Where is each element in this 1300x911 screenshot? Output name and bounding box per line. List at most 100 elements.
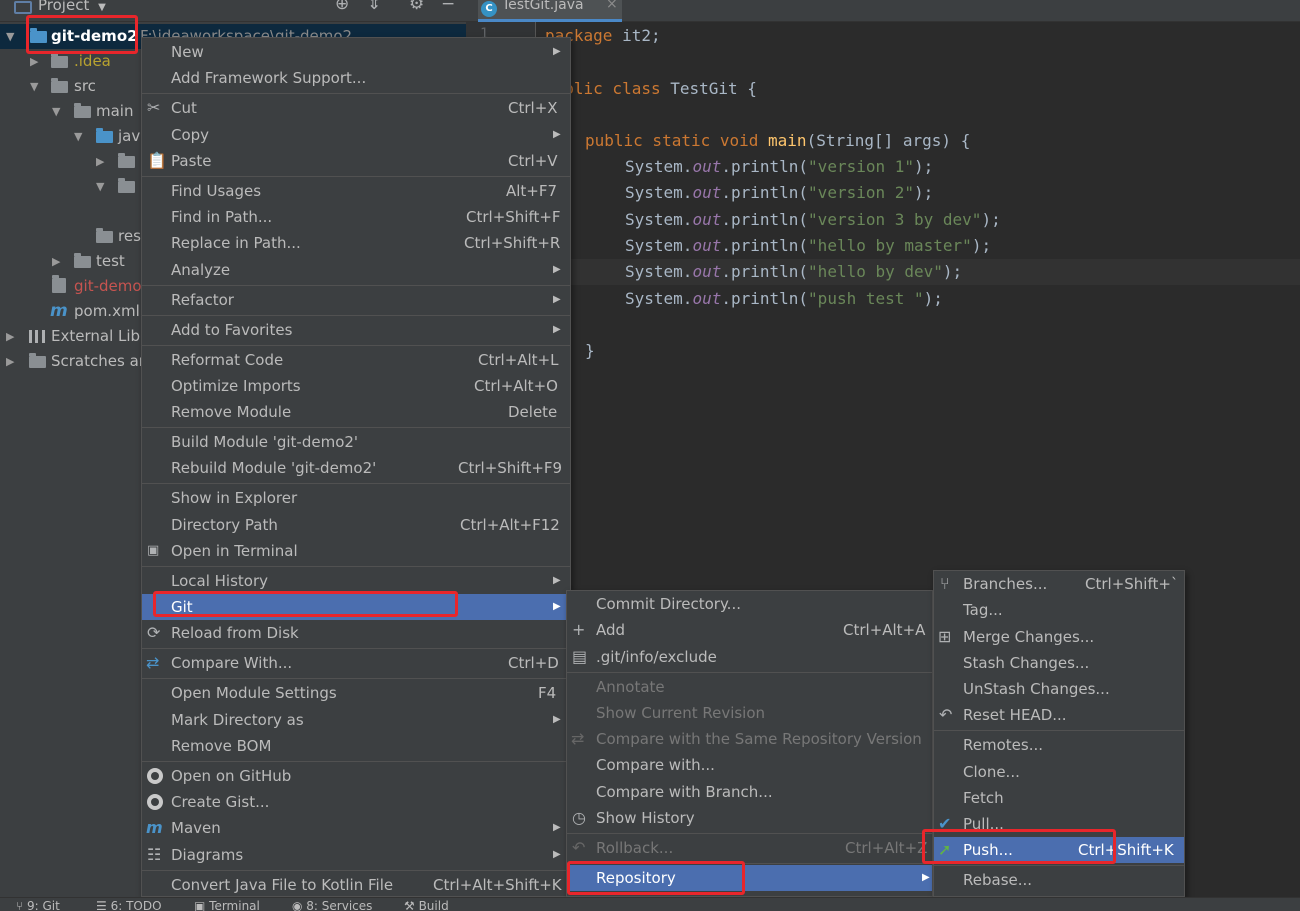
tool-window-git[interactable]: ⑂ 9: Git	[16, 899, 60, 911]
submenu-arrow-icon: ▶	[553, 264, 561, 275]
locate-icon[interactable]: ⊕	[335, 0, 349, 14]
menu-item-stash[interactable]: Stash Changes...	[934, 650, 1184, 676]
maven-file-icon: m	[50, 301, 68, 321]
menu-item-reformat[interactable]: Reformat Code Ctrl+Alt+L	[142, 347, 570, 373]
menu-item-open-terminal[interactable]: ▣ Open in Terminal	[142, 538, 570, 564]
undo-icon: ↶	[572, 838, 586, 857]
folder-icon	[51, 78, 68, 93]
hide-icon[interactable]: −	[441, 0, 455, 14]
menu-item-merge-changes[interactable]: ⊞ Merge Changes...	[934, 624, 1184, 650]
menu-item-paste[interactable]: 📋 Paste Ctrl+V	[142, 148, 570, 174]
submenu-arrow-icon: ▶	[922, 872, 930, 883]
push-arrow-icon: ➚	[938, 840, 952, 859]
clipboard-icon: 📋	[147, 151, 167, 170]
tool-window-services[interactable]: ◉ 8: Services	[292, 899, 372, 911]
menu-item-diagrams[interactable]: ☷ Diagrams ▶	[142, 842, 570, 868]
menu-item-build-module[interactable]: Build Module 'git-demo2'	[142, 429, 570, 455]
menu-item-show-current-revision: Show Current Revision	[596, 704, 766, 722]
menu-item-find-usages[interactable]: Find Usages Alt+F7	[142, 178, 570, 204]
menu-item-add-framework[interactable]: Add Framework Support...	[142, 65, 570, 91]
menu-item-add-favorites[interactable]: Add to Favorites ▶	[142, 317, 570, 343]
hammer-icon: ⚒	[404, 899, 419, 911]
expanded-arrow-icon[interactable]: ▼	[74, 124, 82, 149]
menu-item-create-gist[interactable]: Create Gist...	[142, 789, 570, 815]
menu-item-git-compare-with[interactable]: Compare with...	[567, 752, 932, 778]
menu-item-commit-directory[interactable]: Commit Directory...	[567, 591, 932, 617]
code-line-print-3: System.out.println("version 3 by dev");	[625, 210, 1001, 229]
menu-item-remove-bom[interactable]: Remove BOM	[142, 733, 570, 759]
tool-window-terminal[interactable]: ▣ Terminal	[194, 899, 260, 911]
menu-item-fetch[interactable]: Fetch	[934, 785, 1184, 811]
repository-submenu: ⑂ Branches... Ctrl+Shift+` Tag... ⊞ Merge C…	[933, 570, 1185, 897]
menu-item-local-history[interactable]: Local History ▶	[142, 568, 570, 594]
menu-item-push[interactable]: ➚ Push... Ctrl+Shift+K	[934, 837, 1184, 863]
menu-item-compare-branch[interactable]: Compare with Branch...	[567, 779, 932, 805]
package-icon	[118, 178, 135, 193]
menu-item-branches[interactable]: ⑂ Branches... Ctrl+Shift+`	[934, 571, 1184, 597]
menu-item-replace-in-path[interactable]: Replace in Path... Ctrl+Shift+R	[142, 230, 570, 256]
collapsed-arrow-icon[interactable]: ▶	[96, 149, 104, 174]
menu-item-convert-kotlin[interactable]: Convert Java File to Kotlin File Ctrl+Alt…	[142, 872, 570, 898]
collapsed-arrow-icon[interactable]: ▶	[6, 324, 14, 349]
menu-item-remotes[interactable]: Remotes...	[934, 732, 1184, 758]
menu-item-git-exclude[interactable]: ▤ .git/info/exclude	[567, 644, 932, 670]
menu-item-repository[interactable]: Repository ▶	[567, 865, 932, 891]
github-icon	[147, 768, 163, 784]
submenu-arrow-icon: ▶	[553, 601, 561, 612]
plus-icon: +	[572, 620, 586, 639]
menu-item-mark-directory[interactable]: Mark Directory as ▶	[142, 707, 570, 733]
menu-item-find-in-path[interactable]: Find in Path... Ctrl+Shift+F	[142, 204, 570, 230]
pull-check-icon: ✔	[938, 814, 952, 833]
menu-item-maven[interactable]: m Maven ▶	[142, 815, 570, 841]
menu-item-clone[interactable]: Clone...	[934, 759, 1184, 785]
menu-item-copy[interactable]: Copy ▶	[142, 122, 570, 148]
menu-item-cut[interactable]: ✂ Cut Ctrl+X	[142, 95, 570, 121]
menu-item-unstash[interactable]: UnStash Changes...	[934, 676, 1184, 702]
menu-item-git-add[interactable]: + Add Ctrl+Alt+A	[567, 617, 932, 643]
expanded-arrow-icon[interactable]: ▼	[6, 24, 14, 49]
compare-icon: ⇄	[146, 653, 160, 672]
menu-item-compare-with[interactable]: ⇄ Compare With... Ctrl+D	[142, 650, 570, 676]
collapse-all-icon[interactable]: ⇕	[367, 0, 381, 14]
menu-item-analyze[interactable]: Analyze ▶	[142, 257, 570, 283]
menu-item-rebuild-module[interactable]: Rebuild Module 'git-demo2' Ctrl+Shift+F9	[142, 455, 570, 481]
library-icon	[29, 330, 45, 343]
menu-item-show-history[interactable]: ◷ Show History	[567, 805, 932, 831]
project-view-selector[interactable]: Project ▼	[38, 0, 106, 14]
resources-folder-icon	[96, 228, 113, 243]
branch-icon: ⑂	[16, 899, 28, 911]
menu-item-reload[interactable]: ⟳ Reload from Disk	[142, 620, 570, 646]
tool-window-build[interactable]: ⚒ Build	[404, 899, 449, 911]
menu-item-optimize-imports[interactable]: Optimize Imports Ctrl+Alt+O	[142, 373, 570, 399]
menu-item-directory-path[interactable]: Directory Path Ctrl+Alt+F12	[142, 512, 570, 538]
menu-item-tag[interactable]: Tag...	[934, 597, 1184, 623]
menu-item-rebase[interactable]: Rebase...	[934, 867, 1184, 893]
submenu-arrow-icon: ▶	[553, 714, 561, 725]
menu-item-show-explorer[interactable]: Show in Explorer	[142, 485, 570, 511]
expanded-arrow-icon[interactable]: ▼	[96, 174, 104, 199]
menu-item-open-github[interactable]: Open on GitHub	[142, 763, 570, 789]
collapsed-arrow-icon[interactable]: ▶	[6, 349, 14, 374]
expanded-arrow-icon[interactable]: ▼	[30, 74, 38, 99]
menu-item-refactor[interactable]: Refactor ▶	[142, 287, 570, 313]
menu-item-module-settings[interactable]: Open Module Settings F4	[142, 680, 570, 706]
collapsed-arrow-icon[interactable]: ▶	[30, 49, 38, 74]
tool-window-todo[interactable]: ☰ 6: TODO	[96, 899, 162, 911]
project-context-menu: New ▶ Add Framework Support... ✂ Cut Ctrl+X…	[141, 37, 571, 897]
close-icon[interactable]: ×	[606, 0, 618, 12]
diagram-icon: ☷	[147, 845, 162, 864]
menu-item-reset-head[interactable]: ↶ Reset HEAD...	[934, 702, 1184, 728]
menu-item-git[interactable]: Git ▶	[142, 594, 570, 620]
menu-item-remove-module[interactable]: Remove Module Delete	[142, 399, 570, 425]
merge-icon: ⊞	[938, 627, 952, 646]
gear-icon[interactable]: ⚙	[409, 0, 424, 14]
scissors-icon: ✂	[147, 98, 161, 117]
file-icon: ▤	[572, 647, 588, 666]
expanded-arrow-icon[interactable]: ▼	[52, 99, 60, 124]
menu-item-pull[interactable]: ✔ Pull...	[934, 811, 1184, 837]
folder-icon	[51, 53, 68, 68]
collapsed-arrow-icon[interactable]: ▶	[52, 249, 60, 274]
menu-item-new[interactable]: New ▶	[142, 39, 570, 65]
tab-testgit-java[interactable]: C TestGit.java ×	[478, 0, 622, 22]
list-icon: ☰	[96, 899, 111, 911]
